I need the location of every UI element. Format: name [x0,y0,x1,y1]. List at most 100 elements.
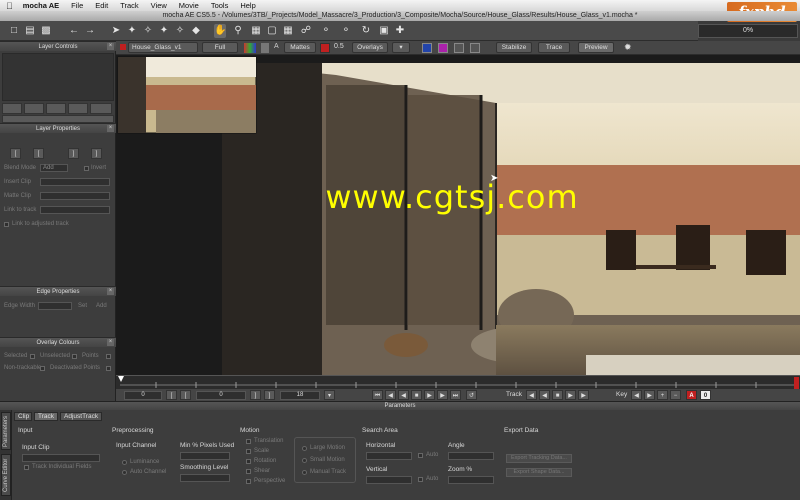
settings-icon[interactable]: ✹ [624,42,632,53]
bezier-tool-icon[interactable]: ✧ [174,24,186,38]
matte-clip-select[interactable] [40,192,110,200]
luminance-radio[interactable] [122,460,127,465]
out-point-icon[interactable]: ] [91,148,102,159]
go-start-icon[interactable]: ⏮ [372,390,383,400]
step-back-icon[interactable]: ◀ [385,390,396,400]
rgb-channels-icon[interactable] [244,43,256,53]
in-frame-field[interactable]: 0 [124,391,162,400]
blend-mode-select[interactable]: Add [40,164,68,172]
overlay-unselected-swatch[interactable] [72,354,77,359]
lock-icon[interactable]: ⚬ [340,24,352,38]
mattes-button[interactable]: Mattes [284,42,316,53]
track-stop-icon[interactable]: ■ [552,390,563,400]
layer-btn-3[interactable] [46,103,66,114]
new-project-icon[interactable]: □ [8,24,20,38]
track-forward-step-icon[interactable]: ▶ [565,390,576,400]
rotate-icon[interactable]: ↻ [360,24,372,38]
open-project-icon[interactable]: ▤ [24,24,36,38]
apple-icon[interactable]:  [6,1,13,11]
transform-icon[interactable]: ▣ [378,24,390,38]
layer-wide-button[interactable] [2,115,114,123]
grid-icon[interactable]: ▦ [282,24,294,38]
zoom-field[interactable] [448,476,494,484]
overlay-options-icon[interactable]: ▾ [392,42,410,53]
out-options-icon[interactable]: ▾ [324,390,335,400]
in-point-icon[interactable]: [ [10,148,21,159]
autokey-icon[interactable]: A [686,390,697,400]
xspline-add-icon[interactable]: ✦ [126,24,138,38]
next-key-icon[interactable]: ▶ [644,390,655,400]
rotation-checkbox[interactable] [246,459,251,464]
zoom-tool-icon[interactable]: ⚲ [232,24,244,38]
tab-parameters[interactable]: Parameters [1,412,11,450]
edge-set-button[interactable]: Set [78,303,87,309]
track-individual-checkbox[interactable] [24,465,29,470]
stabilize-button[interactable]: Stabilize [496,42,532,53]
link-icon[interactable]: ☍ [300,24,312,38]
fit-icon[interactable]: ▦ [250,24,262,38]
track-view-icon[interactable] [470,43,480,53]
delete-key-icon[interactable]: − [670,390,681,400]
keyframe-reset-icon[interactable]: 0 [700,390,711,400]
track-back-step-icon[interactable]: ◀ [539,390,550,400]
horizontal-field[interactable] [366,452,412,460]
manual-track-radio[interactable] [302,470,307,475]
current-frame-field[interactable]: 0 [196,391,246,400]
menu-edit[interactable]: Edit [95,1,108,10]
close-icon[interactable]: × [107,339,114,346]
planar-grid-icon[interactable] [438,43,448,53]
add-point-icon[interactable]: ◆ [190,24,202,38]
shear-checkbox[interactable] [246,469,251,474]
overlay-selected-swatch[interactable] [30,354,35,359]
auto-channel-radio[interactable] [122,470,127,475]
save-project-icon[interactable]: ▩ [40,24,52,38]
large-motion-radio[interactable] [302,446,307,451]
tab-adjusttrack[interactable]: AdjustTrack [60,412,102,421]
out-jump-icon[interactable]: ] [68,148,79,159]
link-adjusted-checkbox[interactable] [4,222,9,227]
small-motion-radio[interactable] [302,458,307,463]
step-forward-icon[interactable]: ▶ [437,390,448,400]
perspective-checkbox[interactable] [246,479,251,484]
overlays-button[interactable]: Overlays [352,42,388,53]
close-icon[interactable]: × [107,125,114,132]
overlay-points-swatch[interactable] [106,354,111,359]
surface-view-icon[interactable] [422,43,432,53]
edge-width-field[interactable] [38,302,72,310]
tab-clip[interactable]: Clip [14,412,32,421]
overlay-deactivated-swatch[interactable] [106,366,111,371]
move-icon[interactable]: ✚ [394,24,406,38]
export-shape-button[interactable]: Export Shape Data... [506,468,572,477]
vertical-field[interactable] [366,476,412,484]
scale-checkbox[interactable] [246,449,251,454]
redo-icon[interactable]: → [84,24,96,38]
timeline[interactable] [116,375,800,390]
set-in-icon[interactable]: [ [166,390,177,400]
undo-icon[interactable]: ← [68,24,80,38]
vertical-auto-checkbox[interactable] [418,477,423,482]
translation-checkbox[interactable] [246,439,251,444]
prev-key-icon[interactable]: ◀ [631,390,642,400]
input-clip-select[interactable] [22,454,100,462]
insert-clip-select[interactable] [40,178,110,186]
bezier-add-icon[interactable]: ✦ [158,24,170,38]
out-frame-field[interactable]: 18 [280,391,320,400]
link-to-track-select[interactable] [40,206,110,214]
menu-file[interactable]: File [71,1,83,10]
menu-app-name[interactable]: mocha AE [23,1,59,10]
alpha-icon[interactable] [261,43,269,53]
overlay-non-trackable-swatch[interactable] [40,366,45,371]
track-back-icon[interactable]: ◀ [526,390,537,400]
preview-button[interactable]: Preview [578,42,614,53]
trace-button[interactable]: Trace [538,42,570,53]
tab-track[interactable]: Track [34,412,58,421]
horizontal-auto-checkbox[interactable] [418,453,423,458]
go-out-icon[interactable]: ] [250,390,261,400]
angle-field[interactable] [448,452,494,460]
pick-tool-icon[interactable]: ➤ [110,24,122,38]
hand-tool-icon[interactable]: ✋ [214,24,226,38]
export-tracking-button[interactable]: Export Tracking Data... [506,454,572,463]
layer-btn-5[interactable] [90,103,112,114]
add-key-icon[interactable]: + [657,390,668,400]
menu-track[interactable]: Track [120,1,138,10]
